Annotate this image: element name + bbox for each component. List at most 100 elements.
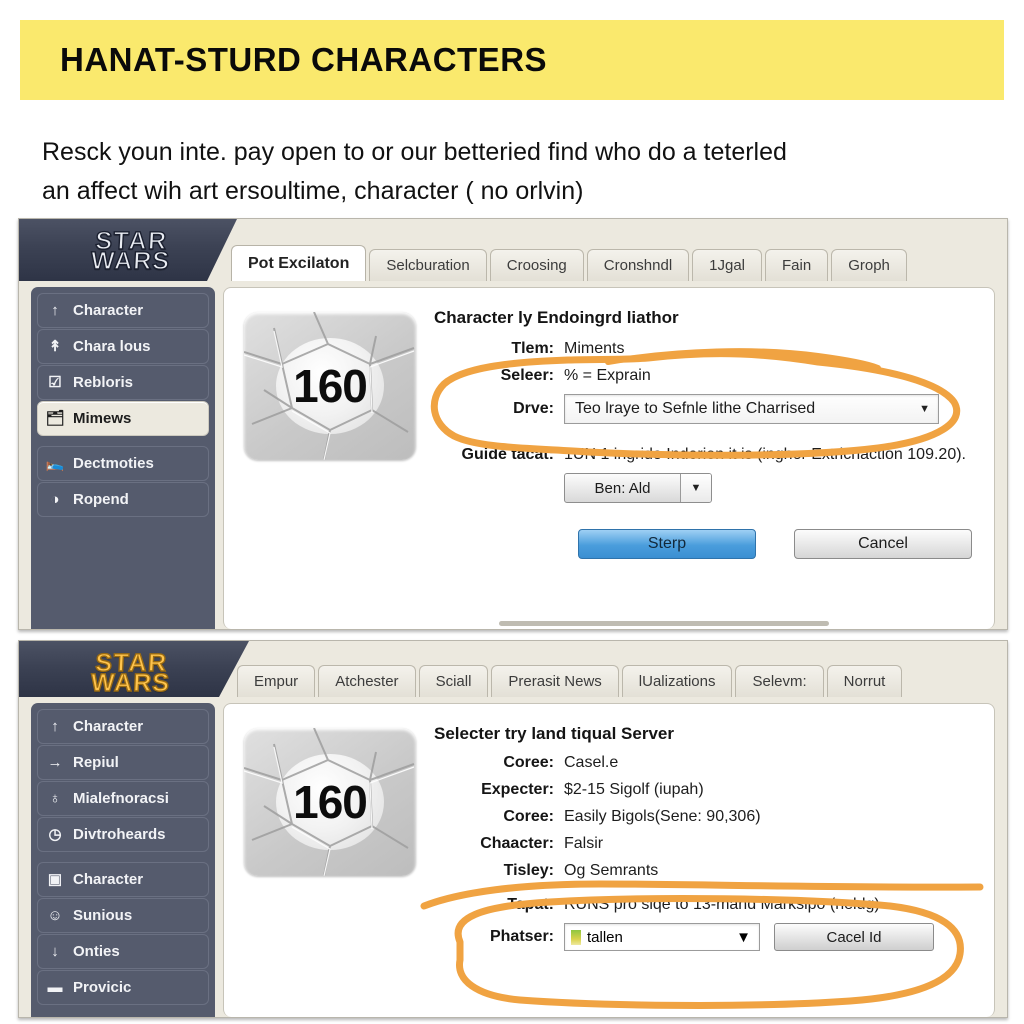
logo-line-2: WARS [90, 668, 172, 697]
tab-atchester[interactable]: Atchester [318, 665, 416, 697]
field-row-tapat: Tapat: RUNS pro siqe to 13-mand Marksipo… [432, 896, 974, 914]
field-row-tlem: Tlem: Miments [432, 340, 974, 358]
tab-bar-bottom: Empur Atchester Sciall Prerasit News lUa… [237, 661, 903, 697]
field-row-guide: Guide tacat: 1UN 1 ingride Inderien it i… [432, 446, 974, 464]
field-label: Tisley: [503, 862, 554, 879]
sidebar-item-provicic[interactable]: ▬ Provicic [37, 970, 209, 1005]
field-value: Og Semrants [564, 862, 659, 879]
check-circle-icon: ☑ [48, 374, 62, 391]
globe-icon: ◑ [50, 491, 60, 508]
arrow-up-icon: ↑ [51, 302, 59, 319]
sidebar-group-secondary: ▣ Character ☺ Sunious ↓ Onties ▬ Provici… [37, 862, 209, 1005]
tab-fain[interactable]: Fain [765, 249, 829, 281]
tab-selevm[interactable]: Selevm: [735, 665, 824, 697]
tab-bar-top: Pot Excilaton Selcburation Croosing Cron… [231, 245, 907, 281]
sidebar-item-label: Chara lous [73, 338, 151, 355]
content-area-bottom: 160 Selecter try land tiqual Server Core… [223, 703, 995, 1017]
sidebar-item-label: Onties [73, 943, 120, 960]
sidebar-item-label: Sunious [73, 907, 133, 924]
app-header-top: STAR WARS Pot Excilaton Selcburation Cro… [19, 219, 1007, 281]
field-row-drve: Drve: Teo lraye to Sefnle lithe Charrise… [432, 394, 974, 424]
sidebar-item-label: Rebloris [73, 374, 134, 391]
app-window-bottom: STAR WARS Empur Atchester Sciall Prerasi… [18, 640, 1008, 1018]
sidebar-item-label: Mialefnoracsi [73, 790, 169, 807]
phatser-select-value: tallen [587, 928, 623, 946]
field-label: Expecter: [481, 781, 554, 798]
field-row-coree-2: Coree: Easily Bigols(Sene: 90,306) [432, 808, 974, 826]
page-title: HANAT-STURD CHARACTERS [60, 41, 548, 78]
button-row-top: Sterp Cancel [432, 529, 974, 559]
arrow-right-icon: → [47, 754, 63, 771]
arrow-up-thin-icon: ↟ [48, 338, 62, 355]
form-bottom: Selecter try land tiqual Server Coree: C… [432, 720, 974, 1017]
app-header-bottom: STAR WARS Empur Atchester Sciall Prerasi… [19, 641, 1007, 697]
sidebar-item-mialefnoracsi[interactable]: ♁ Mialefnoracsi [37, 781, 209, 816]
field-row-seleer: Seleer: % = Exprain [432, 367, 974, 385]
cancel-button[interactable]: Cancel [794, 529, 972, 559]
tab-lualizations[interactable]: lUalizations [621, 665, 733, 697]
tab-sciall[interactable]: Sciall [418, 665, 489, 697]
drive-select-value: Teo lraye to Sefnle lithe Charrised [575, 400, 816, 417]
tapat-label: Tapat: [507, 896, 554, 913]
tab-groph[interactable]: Groph [831, 249, 907, 281]
phatser-select[interactable]: tallen ▼ [564, 923, 760, 951]
sidebar-item-onties[interactable]: ↓ Onties [37, 934, 209, 969]
sidebar-item-rebloris[interactable]: ☑ Rebloris [37, 365, 209, 400]
sidebar-item-label: Character [73, 302, 144, 319]
sidebar-item-sunious[interactable]: ☺ Sunious [37, 898, 209, 933]
sidebar-item-repiul[interactable]: → Repiul [37, 745, 209, 780]
content-area-top: 160 Character ly Endoingrd liathor Tlem:… [223, 287, 995, 629]
field-label: Coree: [503, 808, 554, 825]
ben-ald-select-value: Ben: Ald [594, 479, 651, 497]
tab-croosing[interactable]: Croosing [489, 249, 584, 281]
sidebar-item-chara-lous[interactable]: ↟ Chara lous [37, 329, 209, 364]
field-row-small-select: Ben: Ald ▼ [432, 473, 974, 503]
tab-empur[interactable]: Empur [237, 665, 316, 697]
tab-prerasit-news[interactable]: Prerasit News [491, 665, 619, 697]
horizontal-scrollbar[interactable] [499, 621, 829, 626]
cacel-id-button[interactable]: Cacel Id [774, 923, 934, 951]
color-swatch-icon [571, 929, 581, 945]
star-wars-logo-icon: STAR WARS [56, 647, 207, 697]
tab-pot-excilaton[interactable]: Pot Excilaton [231, 245, 367, 281]
sterp-button[interactable]: Sterp [578, 529, 756, 559]
field-row-expecter: Expecter: $2-15 Sigolf (iupah) [432, 781, 974, 799]
field-row-phatser: Phatser: tallen ▼ Cacel Id [432, 923, 974, 951]
tab-norrut[interactable]: Norrut [826, 665, 903, 697]
logo-line-2: WARS [90, 246, 172, 275]
sidebar-item-divtroheards[interactable]: ◷ Divtroheards [37, 817, 209, 852]
drive-select[interactable]: Teo lraye to Sefnle lithe Charrised ▼ [564, 394, 939, 424]
person-icon: ☺ [47, 907, 63, 924]
chevron-down-icon: ▼ [919, 403, 930, 415]
app-window-top: STAR WARS Pot Excilaton Selcburation Cro… [18, 218, 1008, 630]
guide-label: Guide tacat: [461, 446, 554, 463]
sidebar-item-mimews[interactable]: 🗂 Mimews [37, 401, 209, 436]
sidebar-item-label: Repiul [73, 754, 119, 771]
badge-value: 160 [293, 776, 368, 828]
sidebar-group-secondary: 🛌 Dectmoties ◑ Ropend [37, 446, 209, 517]
form-title: Character ly Endoingrd liathor [434, 308, 679, 327]
ben-ald-select[interactable]: Ben: Ald ▼ [564, 473, 712, 503]
form-title: Selecter try land tiqual Server [434, 724, 674, 743]
sidebar-top: ↑ Character ↟ Chara lous ☑ Rebloris 🗂 Mi… [31, 287, 215, 629]
sidebar-item-character[interactable]: ↑ Character [37, 709, 209, 744]
intro-paragraph: Resck youn inte. pay open to or our bett… [42, 133, 992, 211]
field-value: Casel.e [564, 754, 619, 771]
card-icon: ▬ [47, 979, 63, 996]
sidebar-item-label: Character [73, 718, 144, 735]
chevron-down-icon: ▼ [736, 928, 751, 946]
tab-1jgal[interactable]: 1Jgal [692, 249, 763, 281]
sidebar-item-character-2[interactable]: ▣ Character [37, 862, 209, 897]
folder-icon: 🗂 [45, 410, 65, 427]
tab-selcburation[interactable]: Selcburation [369, 249, 487, 281]
sidebar-item-character[interactable]: ↑ Character [37, 293, 209, 328]
field-value: Miments [564, 340, 625, 357]
arrow-down-icon: ↓ [51, 943, 59, 960]
sidebar-item-ropend[interactable]: ◑ Ropend [37, 482, 209, 517]
book-icon: ▣ [47, 871, 63, 888]
tab-cronshndl[interactable]: Cronshndl [586, 249, 690, 281]
chevron-down-icon[interactable]: ▼ [680, 474, 711, 502]
app-body-bottom: ↑ Character → Repiul ♁ Mialefnoracsi ◷ D… [19, 697, 1007, 1017]
form-top: Character ly Endoingrd liathor Tlem: Mim… [432, 304, 974, 629]
sidebar-item-dectmoties[interactable]: 🛌 Dectmoties [37, 446, 209, 481]
